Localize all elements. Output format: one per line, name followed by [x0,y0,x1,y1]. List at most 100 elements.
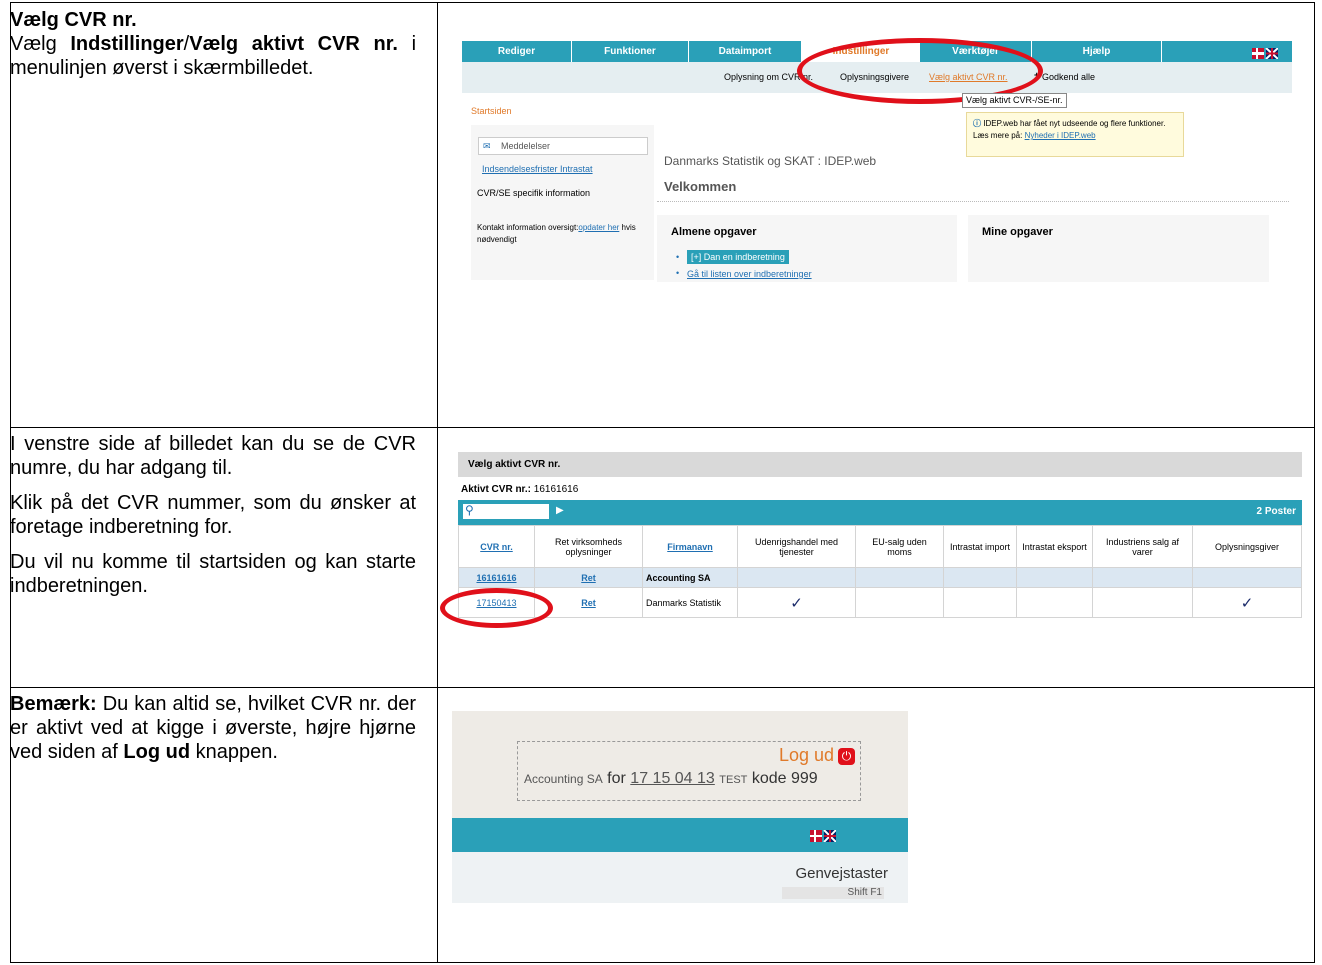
teal-bar [452,818,908,852]
step1-text: Vælg CVR nr. Vælg Indstillinger/Vælg akt… [10,8,416,80]
tooltip: Vælg aktivt CVR-/SE-nr. [962,93,1067,108]
col-import: Intrastat import [943,525,1017,568]
welcome-divider [657,201,1289,202]
messages-box[interactable]: ✉ Meddelelser [478,137,648,155]
col-industri: Industriens salg af varer [1092,525,1193,568]
breadcrumb-startsiden[interactable]: Startsiden [471,106,512,116]
site-title: Danmarks Statistik og SKAT : IDEP.web [664,154,877,168]
step1-body: Vælg Indstillinger/Vælg aktivt CVR nr. i… [10,32,416,80]
col-ret: Ret virksomheds oplysninger [534,525,643,568]
row-divider-2 [11,687,1314,688]
bullet-icon: • [676,268,680,278]
tab-hjaelp[interactable]: Hjælp [1032,41,1162,62]
messages-label: Meddelelser [501,141,551,151]
shortcuts-area: Genvejstaster Shift F1 [452,852,908,903]
shortcut-shift-f1: Shift F1 [847,887,882,898]
firma-cell: Danmarks Statistik [642,587,738,618]
welcome-heading: Velkommen [664,179,737,194]
session-info: Accounting SA for 17 15 04 13 TEST kode … [524,770,818,788]
power-icon[interactable]: ⏻ [838,748,855,765]
mine-panel: Mine opgaver [968,215,1269,282]
col-udenrigs: Udenrigshandel med tjenester [737,525,856,568]
kontakt-info: Kontakt information oversigt:opdater her… [477,222,653,246]
ret-link[interactable]: Ret [581,573,596,583]
active-cvr-value: 16161616 [533,484,579,495]
row-divider-1 [11,427,1314,428]
col-cvr[interactable]: CVR nr. [458,525,535,568]
cvrse-info: CVR/SE specifik information [477,188,591,198]
session-box: Log ud ⏻ Accounting SA for 17 15 04 13 T… [517,741,861,801]
envelope-icon: ✉ [483,141,491,151]
step2-para3: Du vil nu komme til startsiden og kan st… [10,551,416,597]
header-area: Log ud ⏻ Accounting SA for 17 15 04 13 T… [452,711,908,818]
check-cell [1016,587,1093,618]
active-cvr-label: Aktivt CVR nr.: [461,484,532,495]
submenu-godkend[interactable]: Godkend alle [1042,72,1095,82]
highlight-ring-cvr [440,588,553,628]
session-kode: kode 999 [751,770,818,787]
bullet-icon: • [676,252,680,262]
check-icon: ✓ [1192,587,1302,618]
col-firma[interactable]: Firmanavn [642,525,738,568]
tab-dataimport[interactable]: Dataimport [689,41,802,62]
frister-link[interactable]: Indsendelsesfrister Intrastat [482,164,593,174]
firma-cell: Accounting SA [642,567,738,588]
shortcuts-title: Genvejstaster [795,865,888,882]
table-header-row: CVR nr. Ret virksomheds oplysninger Firm… [458,525,1302,568]
col-cvr-label: CVR nr. [480,541,513,552]
table-row[interactable]: 17150413 Ret Danmarks Statistik ✓ ✓ [458,587,1302,618]
language-flags-icon[interactable] [810,829,837,843]
check-cell [1016,567,1093,588]
step1-bold-menu: Indstillinger [70,33,184,55]
check-cell [1092,567,1193,588]
kontakt-pre: Kontakt information oversigt: [477,223,579,232]
check-cell [737,567,856,588]
tab-funktioner[interactable]: Funktioner [572,41,689,62]
logout-link[interactable]: Log ud [779,745,834,766]
col-eksport: Intrastat eksport [1016,525,1093,568]
table-row[interactable]: 16161616 Ret Accounting SA [458,567,1302,588]
dan-indberetning-button[interactable]: [+] Dan en indberetning [687,250,789,264]
step2-para2: Klik på det CVR nummer, som du ønsker at… [10,492,416,538]
active-cvr-line: Aktivt CVR nr.: 16161616 [461,484,578,495]
cvr-panel-title: Vælg aktivt CVR nr. [458,452,1302,477]
col-oplysningsgiver: Oplysningsgiver [1192,525,1302,568]
col-firma-label: Firmanavn [667,541,713,552]
session-cvr: 17 15 04 13 [630,770,715,787]
search-icon: ⚲ [465,503,474,517]
language-flags-icon[interactable] [1252,46,1279,60]
kontakt-link[interactable]: opdater her [578,223,619,232]
record-count: 2 Poster [1256,506,1296,517]
gaa-link[interactable]: Gå til listen over indberetninger [687,269,812,279]
column-divider [437,3,438,962]
note-logout: Log ud [123,741,191,763]
session-for: for [607,770,626,787]
check-cell [943,587,1017,618]
check-cell [855,587,944,618]
table-toolbar: ⚲ ▶ 2 Poster [458,500,1302,525]
note-tail: knappen. [190,741,278,763]
session-company: Accounting SA [524,772,603,786]
search-input[interactable]: ⚲ [463,503,549,519]
step1-heading: Vælg CVR nr. [10,9,137,31]
ret-cell[interactable]: Ret [534,567,643,588]
cvr-table: CVR nr. Ret virksomheds oplysninger Firm… [458,525,1302,618]
note-label: Bemærk: [10,693,97,715]
ret-link[interactable]: Ret [581,598,596,608]
mine-heading: Mine opgaver [982,226,1053,238]
cvr-link[interactable]: 16161616 [476,573,516,583]
check-cell [1092,587,1193,618]
step2-text: I venstre side af billedet kan du se de … [10,432,416,609]
check-cell [1192,567,1302,588]
left-panel: ✉ Meddelelser Indsendelsesfrister Intras… [471,125,654,280]
notice-link[interactable]: Nyheder i IDEP.web [1025,131,1096,140]
step1-pre: Vælg [10,33,71,55]
note-text: Bemærk: Du kan altid se, hvilket CVR nr.… [10,692,416,764]
cvr-cell[interactable]: 16161616 [458,567,535,588]
almene-heading: Almene opgaver [671,226,757,238]
notice-box: ⓘ IDEP.web har fået nyt udseende og fler… [966,112,1184,157]
search-go-icon[interactable]: ▶ [556,505,564,516]
tab-rediger[interactable]: Rediger [462,41,572,62]
check-cell [943,567,1017,588]
info-icon: ⓘ [973,119,981,128]
